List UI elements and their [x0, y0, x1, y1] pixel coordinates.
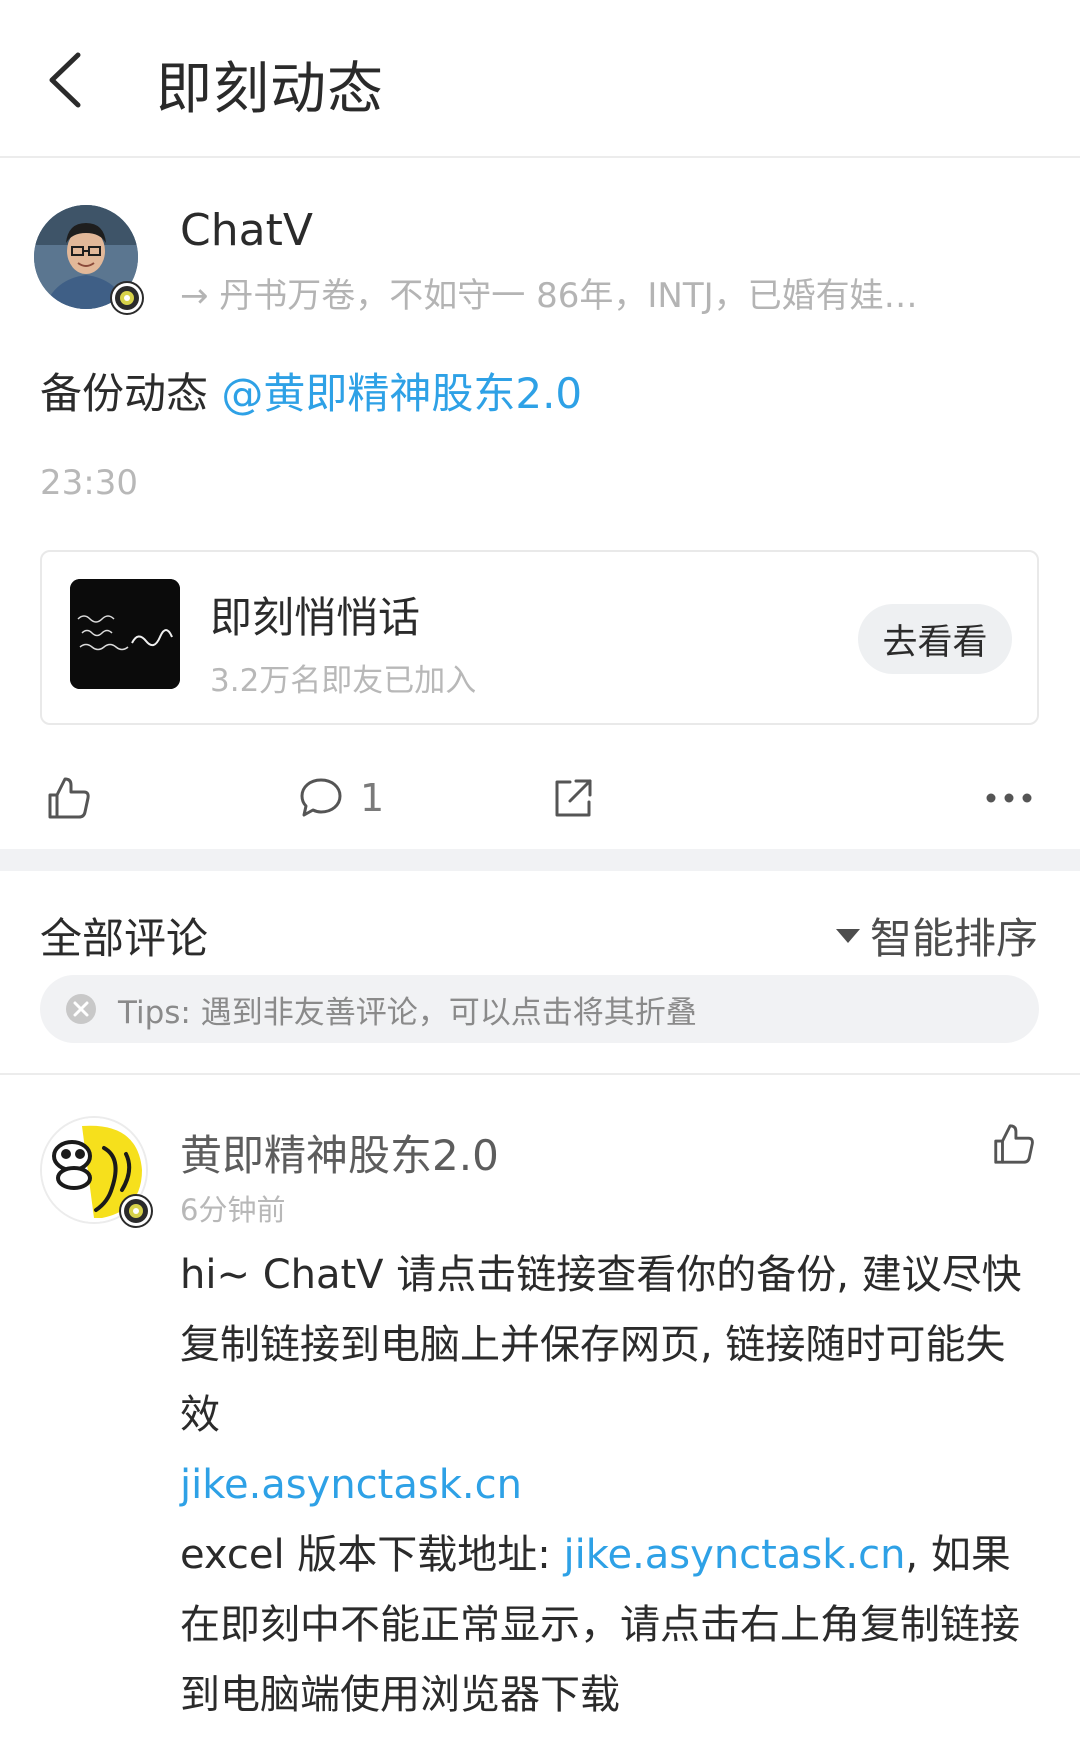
page-title: 即刻动态 [156, 57, 384, 122]
post-content: 备份动态 @黄即精神股东2.0 [40, 360, 582, 421]
more-button[interactable] [985, 770, 1035, 826]
divider [0, 1073, 1080, 1075]
topic-card[interactable]: 即刻悄悄话 3.2万名即友已加入 去看看 [40, 550, 1039, 725]
badge-icon [110, 281, 144, 315]
share-button[interactable] [548, 770, 598, 826]
excel-download-link[interactable]: jike.asynctask.cn [564, 1532, 906, 1578]
tips-banner: Tips: 遇到非友善评论，可以点击将其折叠 [40, 975, 1039, 1043]
caret-down-icon [835, 928, 860, 943]
sort-dropdown[interactable]: 智能排序 [835, 905, 1038, 966]
close-circle-icon[interactable] [64, 992, 98, 1026]
post-text: 备份动态 [40, 369, 222, 418]
thumbs-up-icon [48, 777, 90, 819]
like-button[interactable] [44, 770, 94, 826]
speech-bubble-icon [300, 778, 342, 817]
sort-label: 智能排序 [869, 914, 1038, 963]
commenter-name[interactable]: 黄即精神股东2.0 [180, 1122, 499, 1183]
comment-text: excel 版本下载地址: [180, 1532, 564, 1578]
comment-count: 1 [360, 776, 385, 820]
comments-title: 全部评论 [40, 914, 209, 963]
section-divider [0, 849, 1080, 871]
top-bar: 即刻动态 [0, 0, 1080, 158]
comment-timestamp: 6分钟前 [180, 1193, 286, 1227]
post-mention-link[interactable]: @黄即精神股东2.0 [221, 369, 582, 418]
more-horizontal-icon [986, 793, 1032, 803]
topic-member-count: 3.2万名即友已加入 [210, 663, 477, 699]
share-icon [555, 779, 592, 817]
comment-button[interactable]: 1 [296, 770, 384, 826]
visit-topic-button[interactable]: 去看看 [858, 604, 1012, 674]
comment-body: hi~ ChatV 请点击链接查看你的备份, 建议尽快复制链接到电脑上并保存网页… [180, 1240, 1040, 1730]
author-bio: → 丹书万卷，不如守一 86年，INTJ，已婚有娃… [180, 276, 918, 316]
backup-link[interactable]: jike.asynctask.cn [180, 1450, 1040, 1520]
author-name[interactable]: ChatV [180, 205, 313, 256]
comment-text: hi~ ChatV 请点击链接查看你的备份, 建议尽快复制链接到电脑上并保存网页… [180, 1252, 1022, 1438]
comment-like-icon[interactable] [990, 1120, 1038, 1168]
badge-icon [119, 1194, 153, 1228]
tips-text: Tips: 遇到非友善评论，可以点击将其折叠 [118, 994, 697, 1031]
back-icon[interactable] [36, 45, 96, 115]
post-timestamp: 23:30 [40, 463, 138, 503]
topic-thumbnail [70, 579, 180, 689]
topic-name: 即刻悄悄话 [210, 593, 421, 642]
